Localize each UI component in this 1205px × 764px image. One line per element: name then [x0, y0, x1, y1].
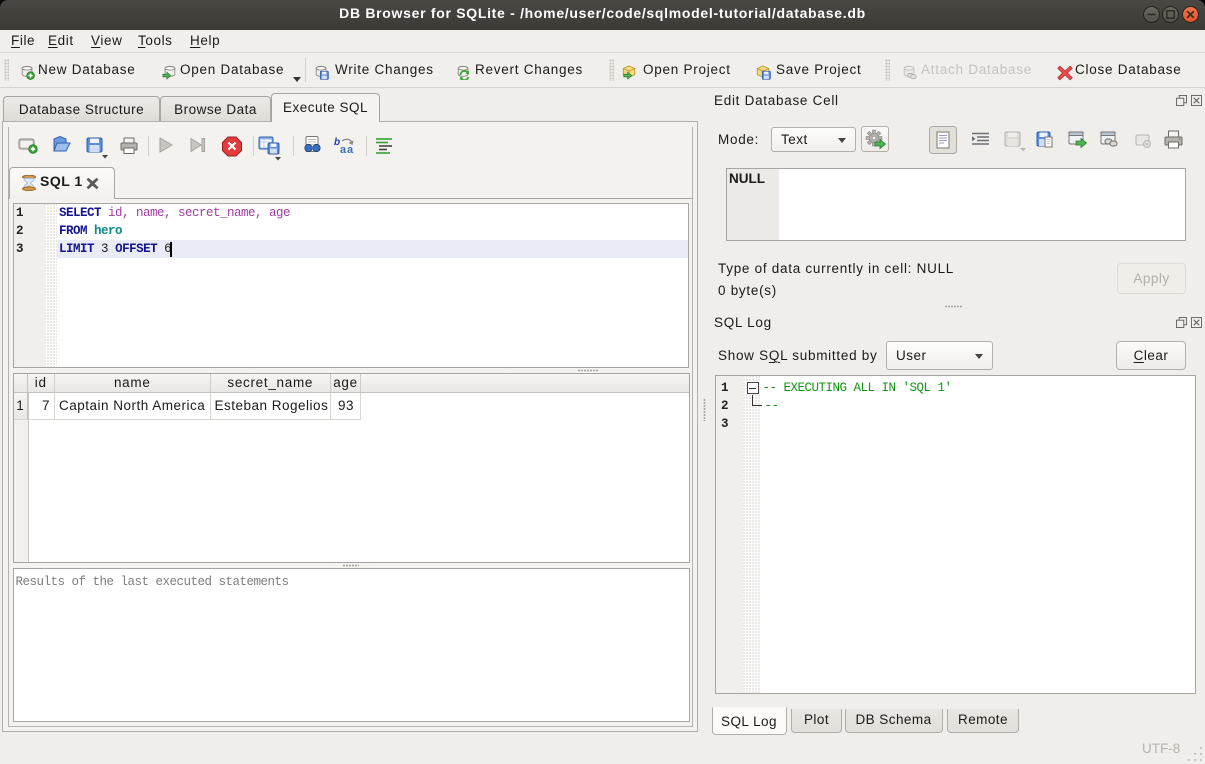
svg-text:a: a — [340, 144, 347, 156]
svg-text:a: a — [347, 144, 354, 156]
